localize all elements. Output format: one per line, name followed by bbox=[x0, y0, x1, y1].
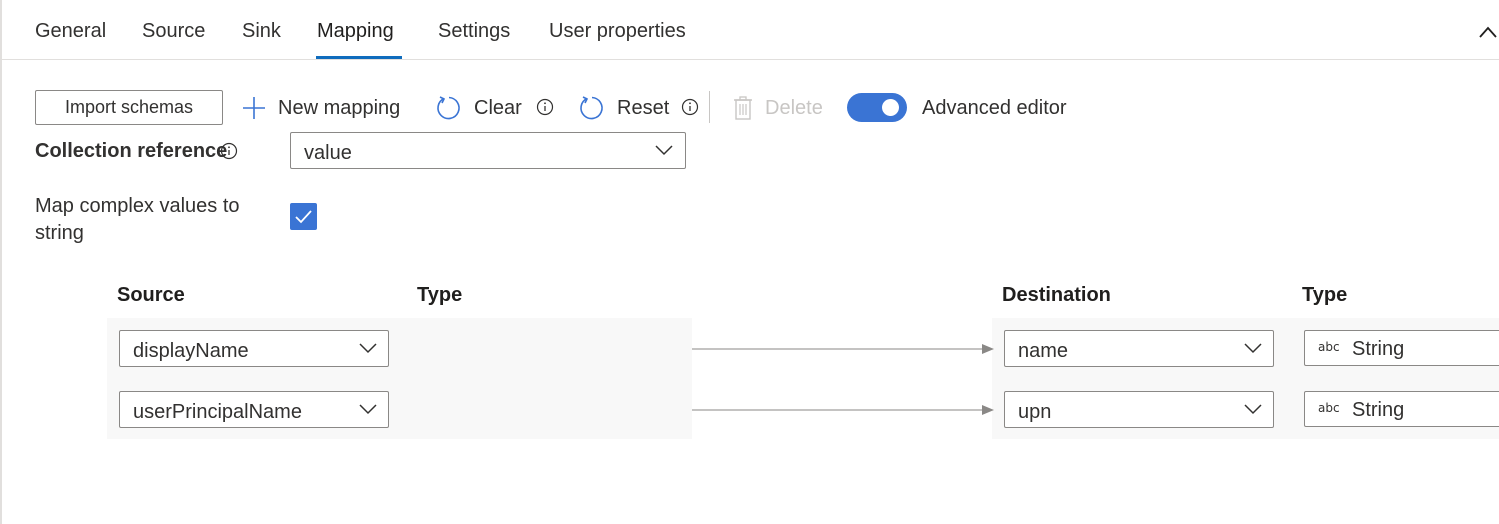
source-column-header: Source bbox=[117, 284, 185, 306]
chevron-down-icon bbox=[1244, 404, 1262, 415]
chevron-down-icon bbox=[359, 404, 377, 415]
chevron-down-icon bbox=[655, 145, 673, 156]
tab-mapping[interactable]: Mapping bbox=[317, 20, 394, 43]
delete-button[interactable]: Delete bbox=[733, 92, 823, 124]
collection-reference-label: Collection reference bbox=[35, 140, 228, 162]
source-column-dropdown[interactable]: userPrincipalName bbox=[119, 391, 389, 428]
refresh-icon bbox=[437, 96, 460, 120]
import-schemas-button[interactable]: Import schemas bbox=[35, 90, 223, 125]
new-mapping-label: New mapping bbox=[278, 96, 401, 119]
source-type-column-header: Type bbox=[417, 284, 463, 306]
chevron-down-icon bbox=[1244, 343, 1262, 354]
checkmark-icon bbox=[295, 210, 312, 224]
tab-general[interactable]: General bbox=[35, 20, 106, 43]
destination-type-field[interactable]: abc String bbox=[1304, 391, 1499, 427]
chevron-up-icon[interactable] bbox=[1478, 24, 1498, 40]
tab-user-properties[interactable]: User properties bbox=[549, 20, 686, 43]
arrow-right-icon bbox=[692, 344, 994, 354]
toolbar-divider bbox=[709, 91, 710, 123]
destination-column-dropdown[interactable]: upn bbox=[1004, 391, 1274, 428]
active-tab-indicator bbox=[316, 56, 402, 59]
clear-label: Clear bbox=[474, 96, 522, 119]
clear-button[interactable]: Clear bbox=[436, 92, 522, 124]
info-icon[interactable] bbox=[681, 98, 699, 116]
destination-type-column-header: Type bbox=[1302, 284, 1348, 306]
destination-column-dropdown[interactable]: name bbox=[1004, 330, 1274, 367]
mapping-panel: General Source Sink Mapping Settings Use… bbox=[0, 0, 1499, 524]
info-icon[interactable] bbox=[220, 142, 238, 160]
tab-settings[interactable]: Settings bbox=[438, 20, 510, 43]
reset-label: Reset bbox=[617, 96, 670, 119]
destination-column-value: upn bbox=[1018, 401, 1052, 423]
toggle-knob bbox=[882, 99, 899, 116]
advanced-editor-label: Advanced editor bbox=[922, 97, 1067, 119]
info-icon[interactable] bbox=[536, 98, 554, 116]
plus-icon bbox=[243, 97, 265, 119]
advanced-editor-toggle[interactable] bbox=[847, 93, 907, 122]
map-complex-checkbox[interactable] bbox=[290, 203, 317, 230]
string-type-icon: abc bbox=[1318, 401, 1340, 415]
chevron-down-icon bbox=[359, 343, 377, 354]
trash-icon bbox=[734, 96, 752, 120]
destination-column-header: Destination bbox=[1002, 284, 1111, 306]
tab-sink[interactable]: Sink bbox=[242, 20, 281, 43]
destination-type-field[interactable]: abc String bbox=[1304, 330, 1499, 366]
destination-type-value: String bbox=[1352, 338, 1405, 360]
arrow-right-icon bbox=[692, 405, 994, 415]
string-type-icon: abc bbox=[1318, 340, 1340, 354]
new-mapping-button[interactable]: New mapping bbox=[242, 92, 400, 124]
source-column-value: displayName bbox=[133, 340, 249, 362]
map-complex-label-line1: Map complex values to bbox=[35, 195, 240, 217]
source-column-dropdown[interactable]: displayName bbox=[119, 330, 389, 367]
collection-reference-dropdown[interactable]: value bbox=[290, 132, 686, 169]
reset-button[interactable]: Reset bbox=[579, 92, 669, 124]
delete-label: Delete bbox=[765, 96, 823, 119]
refresh-icon bbox=[580, 96, 603, 120]
destination-type-value: String bbox=[1352, 399, 1405, 421]
tab-source[interactable]: Source bbox=[142, 20, 205, 43]
collection-reference-value: value bbox=[304, 142, 352, 164]
tab-bar: General Source Sink Mapping Settings Use… bbox=[2, 0, 1499, 60]
destination-column-value: name bbox=[1018, 340, 1069, 362]
map-complex-label-line2: string bbox=[35, 222, 84, 244]
source-column-value: userPrincipalName bbox=[133, 401, 302, 423]
